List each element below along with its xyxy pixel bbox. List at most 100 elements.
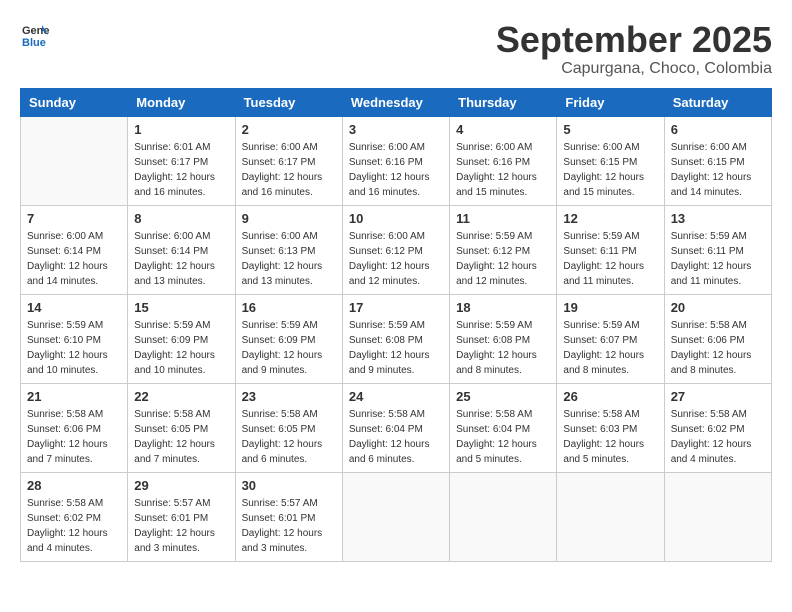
calendar-cell [557,472,664,561]
day-info: Sunrise: 5:59 AM Sunset: 6:09 PM Dayligh… [134,318,228,378]
calendar-cell: 5 Sunrise: 6:00 AM Sunset: 6:15 PM Daylig… [557,116,664,205]
calendar-cell: 20 Sunrise: 5:58 AM Sunset: 6:06 PM Dayli… [664,294,771,383]
svg-text:General: General [22,25,50,37]
day-info: Sunrise: 5:57 AM Sunset: 6:01 PM Dayligh… [134,496,228,556]
calendar-cell: 18 Sunrise: 5:59 AM Sunset: 6:08 PM Dayli… [450,294,557,383]
day-number: 28 [27,478,121,493]
calendar-cell: 16 Sunrise: 5:59 AM Sunset: 6:09 PM Dayli… [235,294,342,383]
calendar-cell: 8Sunrise: 6:00 AM Sunset: 6:14 PM Daylig… [128,205,235,294]
logo-icon: General Blue [20,20,44,44]
logo: General Blue [20,20,44,44]
calendar-cell: 11 Sunrise: 5:59 AM Sunset: 6:12 PM Dayli… [450,205,557,294]
calendar-cell: 14 Sunrise: 5:59 AM Sunset: 6:10 PM Dayli… [21,294,128,383]
day-info: Sunrise: 6:00 AM Sunset: 6:17 PM Dayligh… [242,140,336,200]
day-info: Sunrise: 5:58 AM Sunset: 6:05 PM Dayligh… [134,407,228,467]
calendar-cell: 29 Sunrise: 5:57 AM Sunset: 6:01 PM Dayli… [128,472,235,561]
calendar-cell [450,472,557,561]
calendar-cell: 25 Sunrise: 5:58 AM Sunset: 6:04 PM Dayli… [450,383,557,472]
day-info: Sunrise: 5:59 AM Sunset: 6:08 PM Dayligh… [349,318,443,378]
day-number: 11 [456,211,550,226]
calendar-table: SundayMondayTuesdayWednesdayThursdayFrid… [20,88,772,562]
calendar-cell: 4Sunrise: 6:00 AM Sunset: 6:16 PM Daylig… [450,116,557,205]
day-info: Sunrise: 5:59 AM Sunset: 6:12 PM Dayligh… [456,229,550,289]
calendar-cell: 6 Sunrise: 6:00 AM Sunset: 6:15 PM Daylig… [664,116,771,205]
day-info: Sunrise: 5:58 AM Sunset: 6:06 PM Dayligh… [27,407,121,467]
calendar-cell: 24Sunrise: 5:58 AM Sunset: 6:04 PM Dayli… [342,383,449,472]
day-info: Sunrise: 6:00 AM Sunset: 6:16 PM Dayligh… [456,140,550,200]
calendar-cell: 13Sunrise: 5:59 AM Sunset: 6:11 PM Dayli… [664,205,771,294]
day-number: 16 [242,300,336,315]
svg-text:Blue: Blue [22,37,46,49]
calendar-cell [342,472,449,561]
header: General Blue September 2025 Capurgana, C… [20,20,772,78]
calendar-cell: 10Sunrise: 6:00 AM Sunset: 6:12 PM Dayli… [342,205,449,294]
day-number: 26 [563,389,657,404]
calendar-cell: 30 Sunrise: 5:57 AM Sunset: 6:01 PM Dayli… [235,472,342,561]
calendar-cell: 26Sunrise: 5:58 AM Sunset: 6:03 PM Dayli… [557,383,664,472]
day-number: 8 [134,211,228,226]
day-number: 17 [349,300,443,315]
day-number: 24 [349,389,443,404]
day-number: 21 [27,389,121,404]
day-number: 5 [563,122,657,137]
calendar-cell: 22 Sunrise: 5:58 AM Sunset: 6:05 PM Dayli… [128,383,235,472]
day-number: 10 [349,211,443,226]
location-subtitle: Capurgana, Choco, Colombia [496,60,772,78]
day-number: 2 [242,122,336,137]
calendar-cell: 19Sunrise: 5:59 AM Sunset: 6:07 PM Dayli… [557,294,664,383]
day-number: 3 [349,122,443,137]
day-number: 19 [563,300,657,315]
day-number: 30 [242,478,336,493]
calendar-cell: 15 Sunrise: 5:59 AM Sunset: 6:09 PM Dayli… [128,294,235,383]
weekday-header-thursday: Thursday [450,88,557,116]
day-info: Sunrise: 6:00 AM Sunset: 6:16 PM Dayligh… [349,140,443,200]
calendar-cell: 21 Sunrise: 5:58 AM Sunset: 6:06 PM Dayli… [21,383,128,472]
day-info: Sunrise: 5:58 AM Sunset: 6:02 PM Dayligh… [671,407,765,467]
calendar-cell: 3 Sunrise: 6:00 AM Sunset: 6:16 PM Daylig… [342,116,449,205]
day-info: Sunrise: 6:00 AM Sunset: 6:15 PM Dayligh… [671,140,765,200]
day-number: 12 [563,211,657,226]
month-title: September 2025 [496,20,772,60]
day-info: Sunrise: 5:58 AM Sunset: 6:04 PM Dayligh… [456,407,550,467]
day-number: 22 [134,389,228,404]
day-number: 14 [27,300,121,315]
day-number: 27 [671,389,765,404]
calendar-cell: 27 Sunrise: 5:58 AM Sunset: 6:02 PM Dayli… [664,383,771,472]
day-info: Sunrise: 6:00 AM Sunset: 6:13 PM Dayligh… [242,229,336,289]
day-info: Sunrise: 5:58 AM Sunset: 6:02 PM Dayligh… [27,496,121,556]
day-info: Sunrise: 5:58 AM Sunset: 6:06 PM Dayligh… [671,318,765,378]
calendar-cell [21,116,128,205]
day-number: 6 [671,122,765,137]
day-info: Sunrise: 5:57 AM Sunset: 6:01 PM Dayligh… [242,496,336,556]
week-row-2: 7Sunrise: 6:00 AM Sunset: 6:14 PM Daylig… [21,205,772,294]
calendar-cell: 7Sunrise: 6:00 AM Sunset: 6:14 PM Daylig… [21,205,128,294]
weekday-header-tuesday: Tuesday [235,88,342,116]
weekday-header-saturday: Saturday [664,88,771,116]
week-row-3: 14 Sunrise: 5:59 AM Sunset: 6:10 PM Dayli… [21,294,772,383]
weekday-header-sunday: Sunday [21,88,128,116]
day-number: 9 [242,211,336,226]
calendar-cell [664,472,771,561]
week-row-5: 28 Sunrise: 5:58 AM Sunset: 6:02 PM Dayli… [21,472,772,561]
day-info: Sunrise: 5:59 AM Sunset: 6:11 PM Dayligh… [563,229,657,289]
day-info: Sunrise: 6:00 AM Sunset: 6:15 PM Dayligh… [563,140,657,200]
day-number: 23 [242,389,336,404]
calendar-cell: 28 Sunrise: 5:58 AM Sunset: 6:02 PM Dayli… [21,472,128,561]
day-number: 7 [27,211,121,226]
day-number: 20 [671,300,765,315]
calendar-cell: 1Sunrise: 6:01 AM Sunset: 6:17 PM Daylig… [128,116,235,205]
day-info: Sunrise: 5:59 AM Sunset: 6:10 PM Dayligh… [27,318,121,378]
day-number: 18 [456,300,550,315]
weekday-header-row: SundayMondayTuesdayWednesdayThursdayFrid… [21,88,772,116]
calendar-cell: 2 Sunrise: 6:00 AM Sunset: 6:17 PM Daylig… [235,116,342,205]
day-number: 25 [456,389,550,404]
day-info: Sunrise: 5:59 AM Sunset: 6:09 PM Dayligh… [242,318,336,378]
calendar-cell: 23Sunrise: 5:58 AM Sunset: 6:05 PM Dayli… [235,383,342,472]
day-info: Sunrise: 5:59 AM Sunset: 6:08 PM Dayligh… [456,318,550,378]
day-number: 15 [134,300,228,315]
calendar-cell: 17 Sunrise: 5:59 AM Sunset: 6:08 PM Dayli… [342,294,449,383]
weekday-header-friday: Friday [557,88,664,116]
day-number: 29 [134,478,228,493]
weekday-header-monday: Monday [128,88,235,116]
weekday-header-wednesday: Wednesday [342,88,449,116]
